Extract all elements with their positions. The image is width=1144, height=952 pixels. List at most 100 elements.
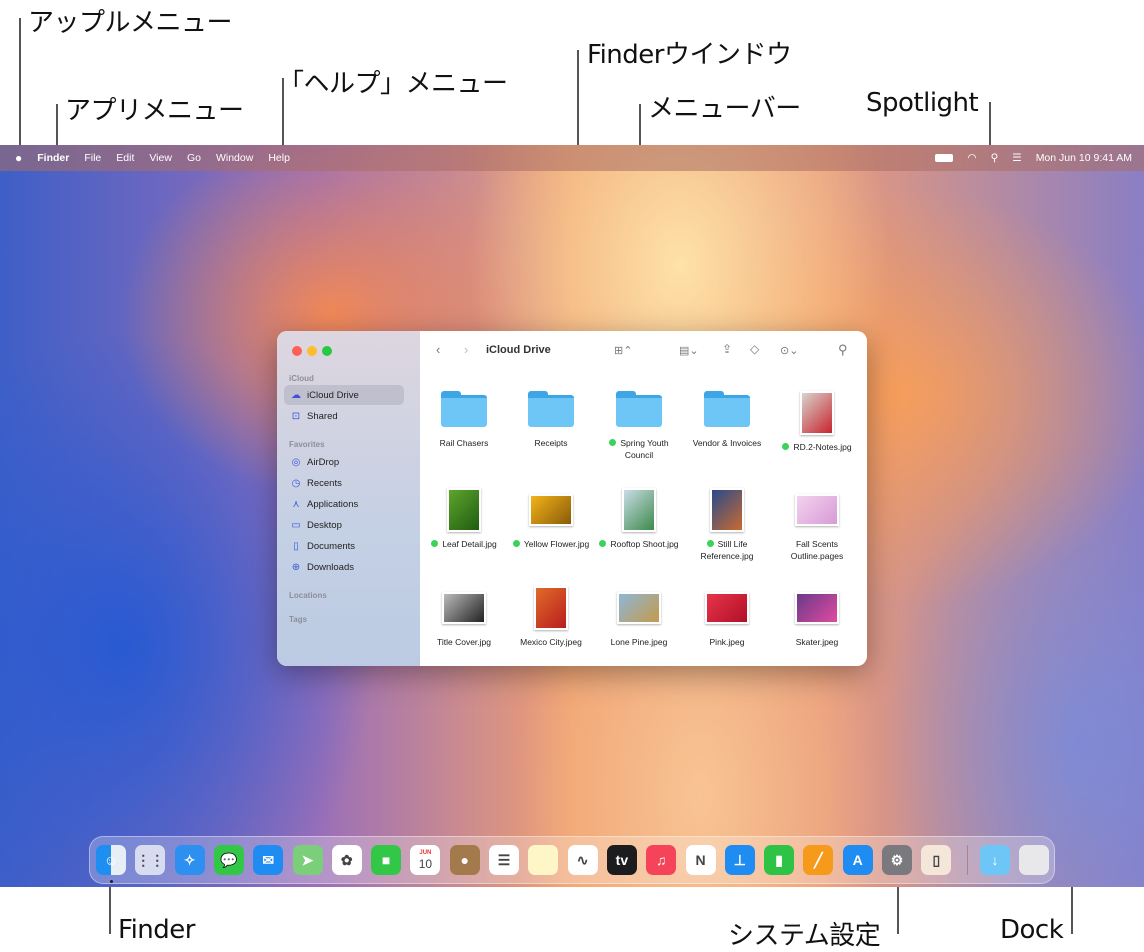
iphone-mirroring-icon[interactable]: ▯	[921, 845, 952, 875]
file-name: Title Cover.jpg	[436, 637, 491, 647]
sidebar-item-label: iCloud Drive	[307, 389, 359, 401]
sidebar-item-label: AirDrop	[307, 456, 340, 468]
battery-icon[interactable]	[935, 154, 954, 162]
file-item[interactable]: Title Cover.jpg	[419, 586, 509, 648]
spotlight-search-icon[interactable]: ⚲	[991, 152, 999, 164]
applications-icon: ⋏	[292, 498, 300, 510]
file-item[interactable]: Lone Pine.jpeg	[594, 586, 684, 648]
clock[interactable]: Mon Jun 10 9:41 AM	[1036, 152, 1132, 164]
green-tag-icon	[431, 540, 439, 547]
sidebar-section-icloud: iCloud	[289, 374, 314, 383]
trash-icon[interactable]	[1019, 845, 1049, 875]
menu-view[interactable]: View	[149, 152, 172, 164]
sidebar-item-label: Documents	[307, 540, 356, 552]
menu-window[interactable]: Window	[216, 152, 253, 164]
folder-item[interactable]: Rail Chasers	[419, 391, 509, 449]
menu-help[interactable]: Help	[268, 152, 290, 164]
news-icon[interactable]: N	[685, 845, 716, 875]
menu-finder[interactable]: Finder	[37, 152, 69, 164]
sidebar-section-locations[interactable]: Locations	[289, 591, 327, 600]
tv-icon[interactable]: tv	[606, 845, 637, 875]
messages-icon[interactable]: 💬	[213, 845, 244, 875]
desktop: ● Finder File Edit View Go Window Help ◠…	[0, 145, 1144, 887]
shared-icon: ⊡	[291, 410, 301, 422]
maps-icon[interactable]: ➤	[292, 845, 323, 875]
folder-icon	[704, 391, 750, 427]
file-item[interactable]: Still Life Reference.jpg	[682, 488, 772, 562]
tag-icon[interactable]: ◇	[750, 342, 759, 356]
file-name: Leaf Detail.jpg	[442, 539, 497, 549]
menu-go[interactable]: Go	[187, 152, 201, 164]
downloads-folder-icon[interactable]: ↓	[980, 845, 1010, 875]
apple-menu-icon[interactable]: ●	[15, 151, 22, 165]
menu-edit[interactable]: Edit	[116, 152, 134, 164]
file-item[interactable]: Mexico City.jpeg	[506, 586, 596, 648]
finder-icon[interactable]: ☺	[96, 845, 126, 875]
image-thumbnail	[795, 592, 839, 624]
launchpad-icon[interactable]: ⋮⋮	[135, 845, 166, 875]
image-thumbnail	[617, 592, 661, 624]
notes-icon[interactable]	[528, 845, 559, 875]
forward-button[interactable]: ›	[464, 342, 468, 357]
app-store-icon[interactable]: A	[842, 845, 873, 875]
icon-glyph: ➤	[301, 851, 314, 868]
control-center-icon[interactable]: ☰	[1012, 152, 1021, 164]
close-button[interactable]	[292, 346, 302, 356]
zoom-button[interactable]	[322, 346, 332, 356]
folder-icon	[528, 391, 574, 427]
folder-item[interactable]: Spring Youth Council	[594, 391, 684, 461]
contacts-icon[interactable]: ●	[449, 845, 480, 875]
share-icon[interactable]: ⇪	[722, 342, 732, 356]
file-item[interactable]: Skater.jpeg	[772, 586, 862, 648]
keynote-icon[interactable]: ⊥	[724, 845, 755, 875]
green-tag-icon	[706, 540, 714, 547]
more-actions-icon[interactable]: ⊙⌄	[780, 344, 798, 357]
image-thumbnail	[529, 494, 573, 526]
pages-icon[interactable]: ╱	[803, 845, 834, 875]
sidebar-item-downloads[interactable]: ⊕ Downloads	[284, 557, 404, 577]
folder-item[interactable]: Receipts	[506, 391, 596, 449]
safari-icon[interactable]: ✧	[174, 845, 205, 875]
sidebar-item-desktop[interactable]: ▭ Desktop	[284, 515, 404, 535]
system-settings-icon[interactable]: ⚙	[882, 845, 912, 875]
sidebar-item-airdrop[interactable]: ◎ AirDrop	[284, 452, 404, 472]
sidebar-item-shared[interactable]: ⊡ Shared	[284, 406, 404, 426]
facetime-icon[interactable]: ■	[371, 845, 402, 875]
view-icons-icon[interactable]: ⊞⌃	[614, 344, 632, 357]
file-item[interactable]: Fall Scents Outline.pages	[772, 488, 862, 562]
menu-bar: ● Finder File Edit View Go Window Help ◠…	[0, 145, 1144, 171]
file-item[interactable]: Pink.jpeg	[682, 586, 772, 648]
back-button[interactable]: ‹	[436, 342, 440, 357]
file-name: Vendor & Invoices	[692, 438, 762, 448]
icon-glyph: ⊥	[733, 851, 746, 868]
sidebar-item-recents[interactable]: ◷ Recents	[284, 473, 404, 493]
reminders-icon[interactable]: ☰	[489, 845, 519, 875]
music-icon[interactable]: ♫	[646, 845, 677, 875]
photos-icon[interactable]: ✿	[331, 845, 362, 875]
file-name: Rail Chasers	[439, 438, 489, 448]
file-item[interactable]: RD.2-Notes.jpg	[772, 391, 862, 453]
search-icon[interactable]: ⚲	[838, 342, 848, 358]
file-item[interactable]: Rooftop Shoot.jpg	[594, 488, 684, 550]
callout-finder-window: Finderウインドウ	[587, 40, 792, 70]
numbers-icon[interactable]: ▮	[764, 845, 795, 875]
minimize-button[interactable]	[307, 346, 317, 356]
calendar-icon[interactable]: JUN 10	[410, 845, 441, 875]
mail-icon[interactable]: ✉	[253, 845, 284, 875]
sidebar-item-icloud-drive[interactable]: ☁ iCloud Drive	[284, 385, 404, 405]
icon-glyph: tv	[615, 852, 629, 868]
sidebar-item-applications[interactable]: ⋏ Applications	[284, 494, 404, 514]
green-tag-icon	[782, 443, 790, 450]
green-tag-icon	[609, 439, 617, 446]
file-item[interactable]: Yellow Flower.jpg	[506, 488, 596, 550]
wifi-icon[interactable]: ◠	[967, 152, 976, 164]
image-thumbnail	[442, 592, 486, 624]
group-icon[interactable]: ▤⌄	[679, 344, 699, 357]
freeform-icon[interactable]: ∿	[567, 845, 598, 875]
sidebar-item-documents[interactable]: ▯ Documents	[284, 536, 404, 556]
menu-file[interactable]: File	[84, 152, 101, 164]
file-item[interactable]: Leaf Detail.jpg	[419, 488, 509, 550]
window-title: iCloud Drive	[486, 344, 551, 356]
folder-item[interactable]: Vendor & Invoices	[682, 391, 772, 449]
sidebar-section-tags[interactable]: Tags	[289, 615, 307, 624]
